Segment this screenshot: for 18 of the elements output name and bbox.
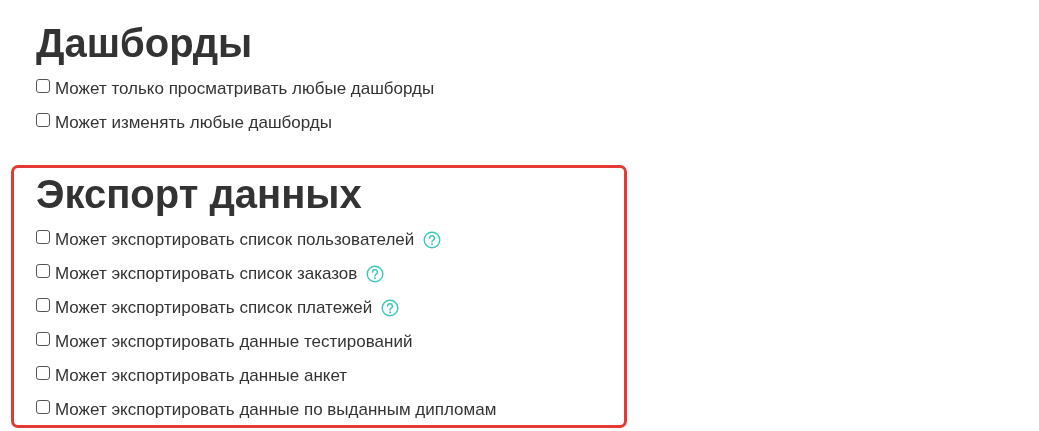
permission-label: Может экспортировать список платежей <box>55 297 373 318</box>
checkbox[interactable] <box>36 263 50 278</box>
permission-label: Может экспортировать список пользователей <box>55 229 415 250</box>
permission-label: Может экспортировать данные по выданным дипломам <box>55 399 497 420</box>
checkbox[interactable] <box>36 78 50 93</box>
checkbox[interactable] <box>36 112 50 127</box>
checkbox[interactable] <box>36 365 50 380</box>
checkbox[interactable] <box>36 399 50 414</box>
permission-label: Может экспортировать данные тестирований <box>55 331 413 352</box>
checkbox[interactable] <box>36 331 50 346</box>
permission-label: Может изменять любые дашборды <box>55 112 332 133</box>
permission-label: Может только просматривать любые дашборды <box>55 78 435 99</box>
checkbox[interactable] <box>36 229 50 244</box>
checkbox[interactable] <box>36 297 50 312</box>
permission-label: Может экспортировать список заказов <box>55 263 358 284</box>
section-heading: Экспорт данных <box>36 171 362 218</box>
permission-label: Может экспортировать данные анкет <box>55 365 348 386</box>
section-heading: Дашборды <box>36 20 253 67</box>
